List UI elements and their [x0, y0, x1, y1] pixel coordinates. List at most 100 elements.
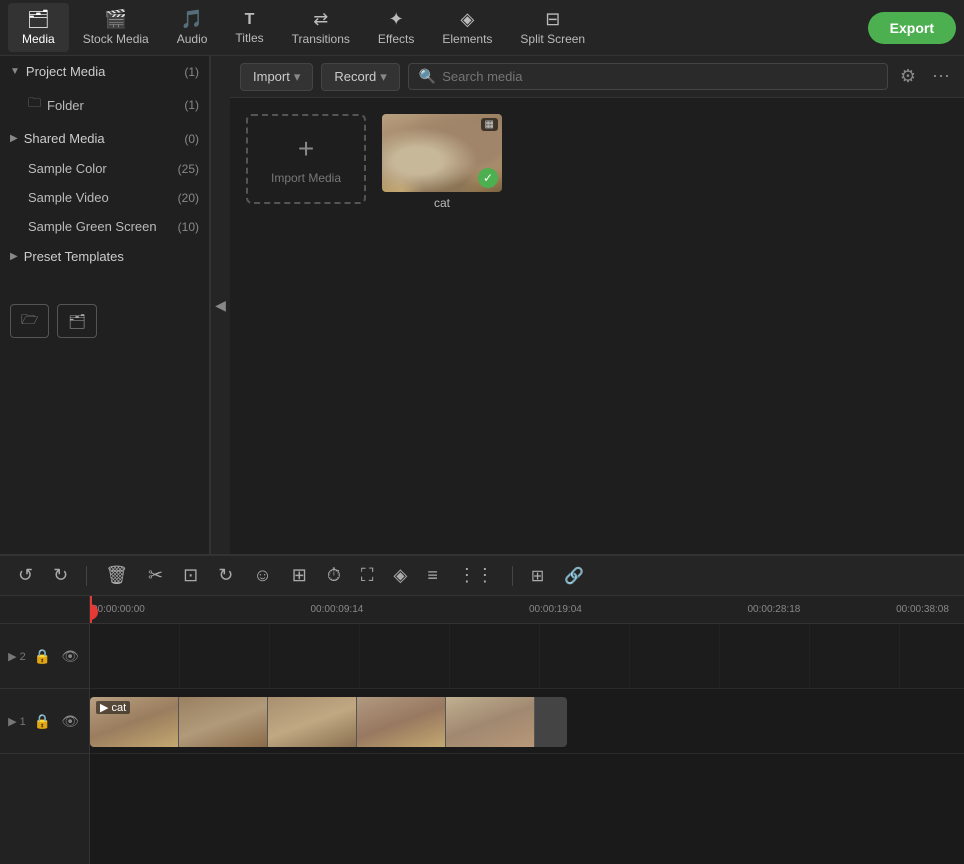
rotation-button[interactable]: ↻: [212, 563, 239, 588]
effects-icon: ✦: [389, 9, 404, 30]
top-navigation: 🗂 Media 🎬 Stock Media 🎵 Audio T Titles ⇄…: [0, 0, 964, 56]
record-button[interactable]: Record ▾: [321, 63, 399, 91]
audio-stretch-button[interactable]: ⋮⋮: [452, 563, 500, 588]
import-card-label: Import Media: [271, 171, 341, 185]
time-marker-2: 00:00:19:04: [529, 604, 582, 615]
sidebar-item-preset-templates[interactable]: ▶ Preset Templates: [0, 241, 209, 272]
nav-transitions[interactable]: ⇄ Transitions: [278, 3, 364, 52]
sample-video-label: Sample Video: [28, 190, 178, 205]
nav-media-label: Media: [22, 32, 55, 46]
ruler-corner: [0, 596, 89, 624]
record-dropdown-icon: ▾: [380, 69, 387, 85]
search-input[interactable]: [442, 69, 877, 84]
project-media-label: Project Media: [26, 64, 184, 79]
timeline-ruler: 00:00:00:00 00:00:09:14 00:00:19:04 00:0…: [90, 596, 964, 624]
track-clip-cat[interactable]: ▶ cat: [90, 697, 567, 747]
film-badge: ▦: [481, 118, 498, 131]
sample-color-count: (25): [178, 162, 199, 176]
track-2-lock-button[interactable]: 🔒: [32, 646, 53, 667]
titles-icon: T: [245, 11, 255, 29]
sidebar-item-sample-green-screen[interactable]: Sample Green Screen (10): [0, 212, 209, 241]
nav-stock-label: Stock Media: [83, 32, 149, 46]
crop-button[interactable]: ⊡: [177, 563, 204, 588]
split-screen-icon: ⊟: [545, 9, 560, 30]
track-1-lock-button[interactable]: 🔒: [32, 711, 53, 732]
folder-label: Folder: [47, 98, 184, 113]
search-icon: 🔍: [419, 68, 436, 85]
new-folder-button[interactable]: 🗂: [57, 304, 97, 338]
timeline-toolbar: ↺ ↻ 🗑 ✂ ⊡ ↻ ☺ ⊞ ⏱ ⛶ ◈ ≡ ⋮⋮ ⊞ 🔗: [0, 556, 964, 596]
timeline-area: ↺ ↻ 🗑 ✂ ⊡ ↻ ☺ ⊞ ⏱ ⛶ ◈ ≡ ⋮⋮ ⊞ 🔗 ▶ 2 🔒 👁: [0, 554, 964, 864]
shared-media-label: Shared Media: [24, 131, 185, 146]
track-1-row[interactable]: ▶ cat: [90, 689, 964, 754]
nav-split-screen[interactable]: ⊟ Split Screen: [506, 3, 599, 52]
adjust-button[interactable]: ≡: [421, 563, 444, 588]
nav-audio[interactable]: 🎵 Audio: [163, 3, 222, 52]
import-label: Import: [253, 69, 290, 84]
play-icon: ▶: [100, 701, 108, 714]
import-button[interactable]: Import ▾: [240, 63, 313, 91]
project-media-count: (1): [184, 65, 199, 79]
track-2-visibility-button[interactable]: 👁: [59, 646, 81, 667]
track-1-visibility-button[interactable]: 👁: [59, 711, 81, 732]
nav-elements-label: Elements: [442, 32, 492, 46]
media-icon: 🗂: [27, 9, 50, 30]
add-folder-button[interactable]: 🗁: [10, 304, 49, 338]
nav-effects[interactable]: ✦ Effects: [364, 3, 428, 52]
track-2-header: ▶ 2 🔒 👁: [0, 624, 89, 689]
audio-icon: 🎵: [181, 9, 203, 30]
sidebar-item-shared-media[interactable]: ▶ Shared Media (0): [0, 123, 209, 154]
sidebar-item-sample-color[interactable]: Sample Color (25): [0, 154, 209, 183]
time-marker-0: 00:00:00:00: [92, 604, 145, 615]
nav-transitions-label: Transitions: [292, 32, 350, 46]
nav-media[interactable]: 🗂 Media: [8, 3, 69, 52]
nav-elements[interactable]: ◈ Elements: [428, 3, 506, 52]
list-item[interactable]: ▦ ✓ cat: [382, 114, 502, 538]
attach-media-button[interactable]: ⊞: [525, 564, 550, 588]
ruler-track[interactable]: 00:00:00:00 00:00:09:14 00:00:19:04 00:0…: [90, 596, 964, 623]
sample-green-label: Sample Green Screen: [28, 219, 178, 234]
delete-button[interactable]: 🗑: [99, 563, 134, 588]
chevron-down-icon: ▼: [10, 66, 20, 77]
zoom-fit-button[interactable]: ⛶: [355, 563, 380, 588]
sidebar-item-project-media[interactable]: ▼ Project Media (1): [0, 56, 209, 87]
filter-button[interactable]: ⚙: [896, 62, 920, 91]
check-badge: ✓: [478, 168, 498, 188]
track-headers: ▶ 2 🔒 👁 ▶ 1 🔒 👁: [0, 596, 90, 864]
sidebar-folder-actions: 🗁 🗂: [0, 296, 209, 346]
nav-stock-media[interactable]: 🎬 Stock Media: [69, 3, 163, 52]
export-button[interactable]: Export: [868, 12, 956, 44]
sidebar-collapse-button[interactable]: ◀: [210, 56, 230, 554]
sidebar: ▼ Project Media (1) 🗀 Folder (1) ▶ Share…: [0, 56, 210, 554]
search-box[interactable]: 🔍: [408, 63, 888, 90]
media-grid: + Import Media ▦ ✓ cat: [230, 98, 964, 554]
speed-button[interactable]: ⏱: [321, 563, 347, 588]
collapse-icon: ◀: [215, 297, 226, 314]
media-item-name: cat: [434, 196, 450, 210]
sidebar-item-sample-video[interactable]: Sample Video (20): [0, 183, 209, 212]
track-2-row[interactable]: [90, 624, 964, 689]
grid-view-button[interactable]: ⋯: [928, 62, 954, 91]
track-1-header: ▶ 1 🔒 👁: [0, 689, 89, 754]
nav-audio-label: Audio: [177, 32, 208, 46]
media-toolbar: Import ▾ Record ▾ 🔍 ⚙ ⋯: [230, 56, 964, 98]
nav-effects-label: Effects: [378, 32, 414, 46]
undo-button[interactable]: ↺: [12, 563, 39, 588]
time-marker-4: 00:00:38:08: [896, 604, 949, 615]
track-1-number: ▶ 1: [8, 715, 26, 728]
link-button[interactable]: 🔗: [558, 564, 590, 588]
sidebar-item-folder[interactable]: 🗀 Folder (1): [0, 87, 209, 123]
shared-media-count: (0): [184, 132, 199, 146]
clip-frame-2: [179, 697, 268, 747]
redo-button[interactable]: ↻: [47, 563, 74, 588]
nav-titles[interactable]: T Titles: [221, 5, 277, 51]
sample-video-count: (20): [178, 191, 199, 205]
marker-button[interactable]: ◈: [387, 563, 413, 588]
preset-templates-label: Preset Templates: [24, 249, 199, 264]
transform-button[interactable]: ⊞: [286, 563, 313, 588]
chevron-right-icon-preset: ▶: [10, 251, 18, 262]
cut-button[interactable]: ✂: [142, 563, 169, 588]
media-panel: Import ▾ Record ▾ 🔍 ⚙ ⋯ + Import: [230, 56, 964, 554]
color-button[interactable]: ☺: [247, 563, 277, 588]
import-media-card[interactable]: + Import Media: [246, 114, 366, 204]
